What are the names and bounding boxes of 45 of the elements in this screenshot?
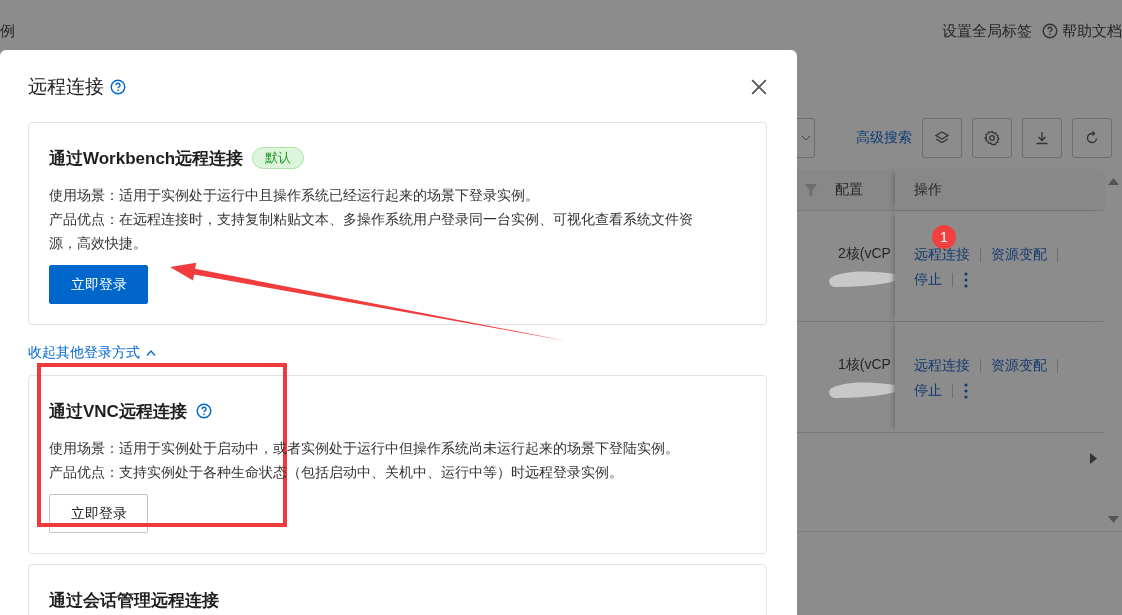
download-button[interactable] [1022, 118, 1062, 158]
scroll-up-icon[interactable] [1108, 178, 1119, 185]
scroll-down-icon[interactable] [1108, 516, 1119, 523]
layers-icon [934, 130, 950, 146]
action-link[interactable]: 停止 [914, 381, 942, 400]
action-link[interactable]: 资源变配 [991, 245, 1047, 264]
tag-settings-link[interactable]: 设置全局标签 [942, 21, 1032, 41]
dialog-title: 远程连接 [28, 75, 104, 99]
more-icon[interactable] [963, 270, 969, 289]
column-header: 配置 [835, 181, 863, 199]
layers-button[interactable] [922, 118, 962, 158]
settings-icon [984, 130, 1000, 146]
redaction-mark [828, 380, 895, 400]
help-icon[interactable] [195, 403, 212, 419]
settings-button[interactable] [972, 118, 1012, 158]
step-badge: 1 [932, 225, 956, 249]
advanced-search-link[interactable]: 高级搜索 [856, 129, 912, 147]
collapse-link[interactable]: 收起其他登录方式 [28, 344, 767, 361]
chevron-up-icon [146, 349, 156, 356]
refresh-button[interactable] [1072, 118, 1112, 158]
download-icon [1034, 130, 1050, 146]
refresh-icon [1084, 130, 1100, 146]
action-link[interactable]: 远程连接 [914, 356, 970, 375]
login-button[interactable]: 立即登录 [49, 265, 148, 304]
help-icon[interactable] [1042, 23, 1058, 39]
description-text: 使用场景：适用于实例处于运行中且操作系统已经运行起来的场景下登录实例。 [49, 186, 540, 205]
page-title: 例 [0, 21, 15, 41]
scroll-right-icon[interactable] [1090, 453, 1097, 464]
help-icon[interactable] [110, 79, 126, 95]
login-button[interactable]: 立即登录 [49, 494, 148, 533]
chevron-down-icon [800, 135, 811, 141]
method-title: 通过会话管理远程连接 [49, 589, 219, 612]
more-icon[interactable] [963, 381, 969, 400]
config-cell: 1核(vCP [838, 356, 891, 372]
description-text: 产品优点：在远程连接时，支持复制粘贴文本、多操作系统用户登录同一台实例、可视化查看系统文件资源，高效快捷。 [49, 210, 694, 253]
method-title: 通过VNC远程连接 [49, 400, 187, 423]
default-tag: 默认 [252, 147, 305, 169]
action-link[interactable]: 资源变配 [991, 356, 1047, 375]
action-link[interactable]: 停止 [914, 270, 942, 289]
close-icon[interactable] [751, 79, 767, 95]
redaction-mark [828, 269, 895, 289]
help-link[interactable]: 帮助文档 [1062, 21, 1122, 41]
method-title: 通过Workbench远程连接 [49, 147, 244, 170]
config-cell: 2核(vCP [838, 245, 891, 261]
column-header: 操作 [914, 181, 942, 199]
